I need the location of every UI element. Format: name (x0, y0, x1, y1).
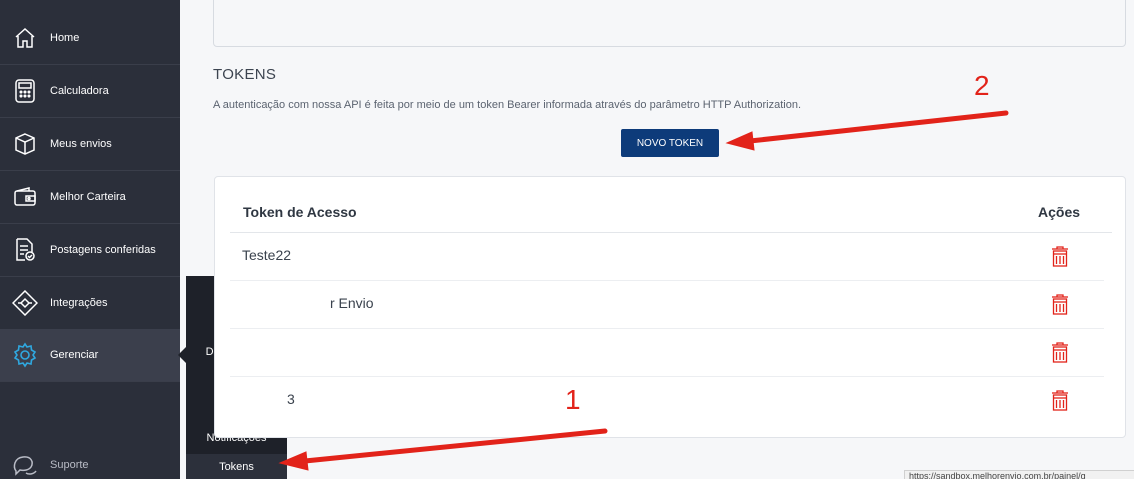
chat-icon (12, 452, 38, 478)
wallet-icon (12, 184, 38, 210)
sidebar-item-label: Integrações (50, 297, 108, 309)
home-icon (12, 25, 38, 51)
package-icon (12, 131, 38, 157)
calculator-icon (12, 78, 38, 104)
table-row: r Envio (230, 281, 1104, 329)
sidebar-item-label: Gerenciar (50, 349, 99, 361)
sidebar-item-label: Postagens conferidas (50, 244, 156, 256)
table-row: Teste22 (230, 233, 1104, 281)
api-auth-description: A autenticação com nossa API é feita por… (213, 99, 802, 111)
delete-token-icon[interactable] (1050, 389, 1072, 413)
annotation-number-1: 1 (565, 384, 581, 415)
sidebar-item-suporte[interactable]: Suporte (0, 438, 180, 479)
sidebar-item-label: Suporte (50, 458, 89, 471)
new-token-button[interactable]: NOVO TOKEN (621, 129, 719, 157)
sidebar-item-integracoes[interactable]: Integrações (0, 277, 180, 330)
sidebar-item-melhor-carteira[interactable]: Melhor Carteira (0, 171, 180, 224)
column-header-actions: Ações (1038, 204, 1081, 220)
sidebar-item-label: Home (50, 32, 80, 44)
status-bar-url: https://sandbox.melhorenvio.com.br/paine… (904, 470, 1134, 479)
token-name: r Envio (330, 295, 374, 311)
document-check-icon (12, 237, 38, 263)
delete-token-icon[interactable] (1050, 293, 1072, 317)
table-row (230, 329, 1104, 377)
annotation-arrow-2 (725, 110, 1009, 151)
token-name: 3 (287, 391, 295, 407)
page-title: TOKENS (213, 66, 277, 83)
submenu-item-tokens[interactable]: Tokens (186, 454, 287, 479)
active-menu-caret (178, 347, 186, 363)
sidebar-item-label: Melhor Carteira (50, 191, 126, 203)
delete-token-icon[interactable] (1050, 341, 1072, 365)
gear-icon (12, 342, 38, 368)
table-row: 3 (230, 377, 1104, 425)
sidebar-item-meus-envios[interactable]: Meus envios (0, 118, 180, 171)
annotation-number-2: 2 (974, 70, 990, 101)
app-root: Home Calculadora Meus envios Melhor Cart… (0, 0, 1134, 479)
sidebar-item-label: Meus envios (50, 138, 112, 150)
delete-token-icon[interactable] (1050, 245, 1072, 269)
sidebar-item-label: Calculadora (50, 85, 109, 97)
sidebar-item-gerenciar[interactable]: Gerenciar (0, 329, 180, 382)
token-name: Teste22 (242, 247, 292, 263)
previous-section-card (213, 0, 1126, 47)
sidebar-item-calculadora[interactable]: Calculadora (0, 65, 180, 118)
sidebar-item-postagens-conferidas[interactable]: Postagens conferidas (0, 224, 180, 277)
puzzle-icon (12, 290, 38, 316)
column-header-token: Token de Acesso (243, 204, 357, 220)
sidebar: Home Calculadora Meus envios Melhor Cart… (0, 0, 180, 479)
sidebar-item-home[interactable]: Home (0, 12, 180, 65)
